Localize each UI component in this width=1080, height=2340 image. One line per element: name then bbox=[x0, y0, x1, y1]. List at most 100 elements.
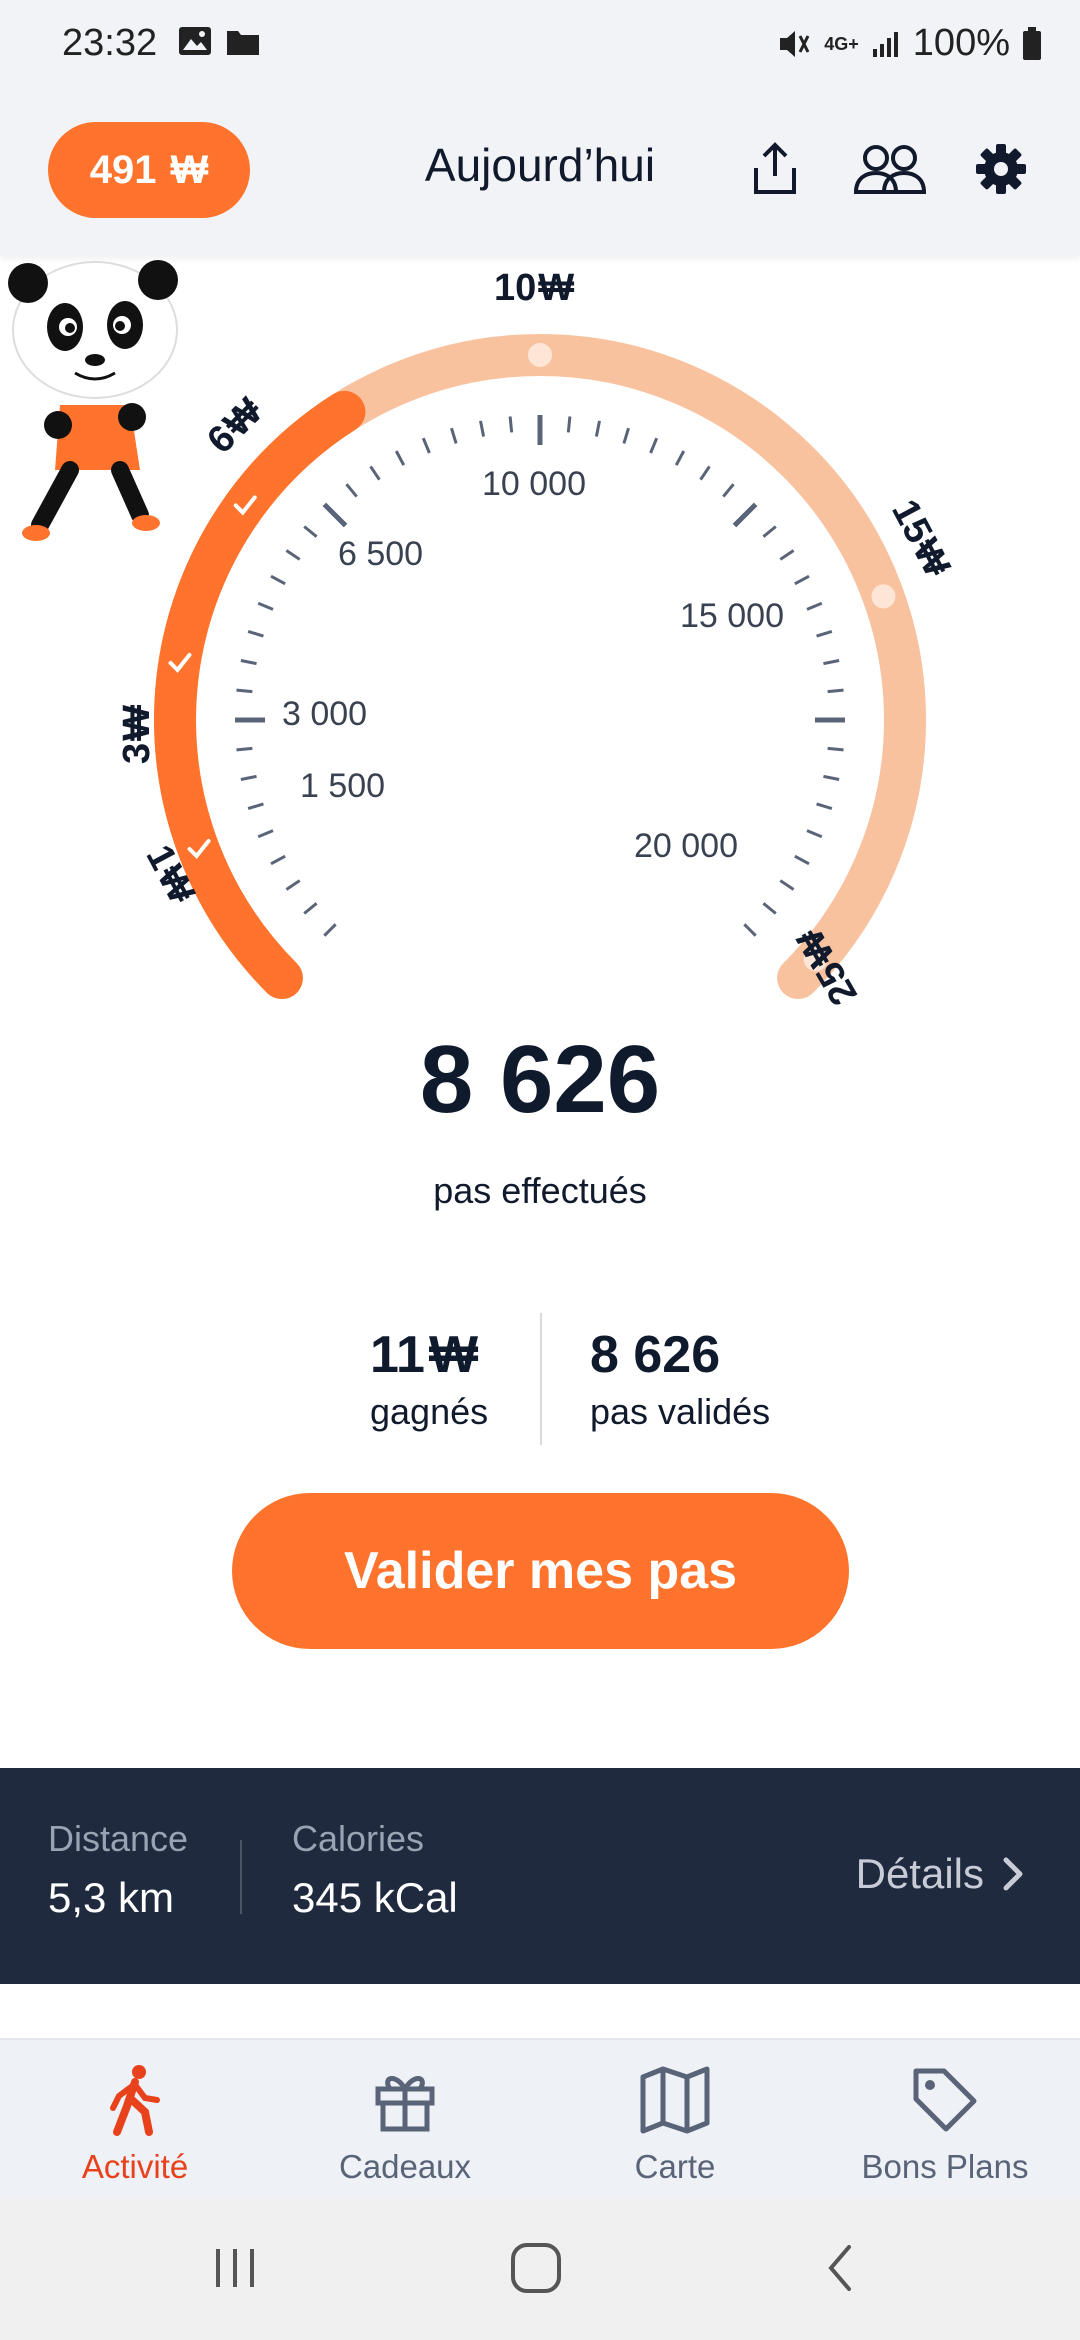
tick-label-3000: 3 000 bbox=[282, 695, 368, 733]
gauge-minor-tick bbox=[421, 437, 431, 454]
reward-label-10: 10 ₩ bbox=[494, 267, 575, 309]
gauge-minor-tick bbox=[450, 427, 458, 444]
gauge-minor-tick bbox=[674, 450, 686, 466]
nav-label-activite: Activité bbox=[81, 2148, 189, 2185]
gauge-minor-tick bbox=[479, 420, 486, 437]
gauge-minor-tick bbox=[762, 525, 777, 538]
gear-icon bbox=[976, 144, 1026, 194]
home-button[interactable] bbox=[496, 2238, 576, 2298]
recent-apps-button[interactable] bbox=[195, 2238, 275, 2298]
gauge-minor-tick bbox=[236, 746, 253, 752]
nav-item-bons-plans[interactable]: Bons Plans bbox=[810, 2060, 1080, 2186]
nav-item-activite[interactable]: Activité bbox=[0, 2060, 270, 2186]
distance-label: Distance bbox=[48, 1818, 189, 1859]
validated-value: 8 626 bbox=[590, 1326, 721, 1384]
status-time: 23:32 bbox=[62, 22, 158, 64]
distance-value: 5,3 km bbox=[48, 1874, 175, 1921]
back-button[interactable] bbox=[800, 2238, 880, 2298]
gauge-minor-tick bbox=[566, 416, 572, 433]
recent-apps-icon bbox=[216, 2249, 254, 2287]
gauge-minor-tick bbox=[806, 601, 823, 611]
page-title: Aujourd’hui bbox=[424, 139, 656, 191]
friends-icon bbox=[853, 145, 927, 194]
coin-balance: 491 bbox=[89, 147, 157, 192]
signal-icon bbox=[872, 31, 898, 57]
nav-label-cadeaux: Cadeaux bbox=[338, 2148, 472, 2185]
activity-details-panel: Distance 5,3 km Calories 345 kCal Détail… bbox=[0, 1768, 1080, 1984]
gauge-minor-tick bbox=[247, 630, 264, 638]
gauge-minor-tick bbox=[247, 802, 264, 810]
walk-icon bbox=[110, 2065, 160, 2136]
gauge-minor-tick bbox=[594, 420, 601, 437]
gauge-minor-tick bbox=[285, 549, 301, 561]
tick-label-1500: 1 500 bbox=[300, 767, 386, 805]
network-4g-icon: 4G+ bbox=[824, 33, 859, 54]
earned-value: 11 bbox=[370, 1326, 425, 1384]
calories-label: Calories bbox=[292, 1818, 425, 1859]
gauge-minor-tick bbox=[823, 659, 840, 666]
nav-item-cadeaux[interactable]: Cadeaux bbox=[270, 2060, 540, 2186]
gauge-minor-tick bbox=[240, 659, 257, 666]
mute-icon bbox=[780, 30, 810, 57]
coin-symbol: ₩ bbox=[170, 147, 209, 192]
gauge-minor-tick bbox=[270, 574, 286, 586]
gauge-minor-tick bbox=[779, 879, 795, 891]
coin-balance-pill[interactable]: 491 ₩ bbox=[48, 122, 250, 218]
distance-block: Distance 5,3 km bbox=[48, 1818, 188, 1922]
details-label: Détails bbox=[855, 1850, 984, 1897]
gauge-minor-tick bbox=[257, 601, 274, 611]
gauge-minor-tick bbox=[303, 525, 318, 538]
battery-percent: 100% bbox=[912, 22, 1010, 64]
gauge-minor-tick bbox=[649, 437, 659, 454]
earned-label: gagnés bbox=[370, 1391, 489, 1432]
tick-label-6500: 6 500 bbox=[338, 535, 424, 573]
coin-symbol-earned: ₩ bbox=[428, 1326, 479, 1384]
earned-stat: 11 ₩ gagnés bbox=[370, 1325, 488, 1433]
share-icon bbox=[754, 142, 796, 194]
share-button[interactable] bbox=[740, 134, 810, 204]
gauge-minor-tick bbox=[285, 879, 301, 891]
gauge-minor-tick bbox=[270, 854, 286, 866]
gauge-minor-tick bbox=[303, 902, 318, 915]
gauge-minor-tick bbox=[762, 902, 777, 915]
app-header: 491 ₩ Aujourd’hui bbox=[0, 90, 1080, 255]
validate-steps-button[interactable]: Valider mes pas bbox=[232, 1493, 849, 1649]
gauge-minor-tick bbox=[323, 923, 337, 937]
home-icon bbox=[511, 2243, 561, 2293]
gauge-minor-tick bbox=[816, 802, 833, 810]
calories-block: Calories 345 kCal bbox=[292, 1818, 458, 1922]
gift-icon bbox=[375, 2076, 435, 2132]
details-divider bbox=[240, 1840, 242, 1914]
chevron-right-icon bbox=[1003, 1857, 1023, 1891]
tick-label-10000: 10 000 bbox=[482, 465, 586, 503]
gauge-minor-tick bbox=[823, 774, 840, 781]
gauge-minor-tick bbox=[722, 483, 735, 498]
folder-icon bbox=[227, 31, 259, 55]
gauge-major-tick bbox=[732, 502, 758, 528]
nav-label-bons-plans: Bons Plans bbox=[861, 2148, 1029, 2185]
gauge-minor-tick bbox=[779, 549, 795, 561]
gauge-minor-tick bbox=[794, 574, 810, 586]
gauge-minor-tick bbox=[827, 746, 844, 752]
system-nav-bar bbox=[0, 2198, 1080, 2340]
settings-button[interactable] bbox=[966, 134, 1036, 204]
bottom-nav: Activité Cadeaux Carte Bons Plans bbox=[0, 2038, 1080, 2198]
battery-icon bbox=[1023, 26, 1041, 60]
calories-value: 345 kCal bbox=[292, 1874, 458, 1921]
back-icon bbox=[828, 2245, 851, 2291]
gauge-minor-tick bbox=[806, 829, 823, 839]
gauge-major-tick bbox=[322, 502, 348, 528]
friends-button[interactable] bbox=[850, 134, 930, 204]
details-link[interactable]: Détails bbox=[856, 1850, 1024, 1898]
gauge-minor-tick bbox=[345, 483, 358, 498]
validated-label: pas validés bbox=[590, 1391, 771, 1432]
gauge-minor-tick bbox=[622, 427, 630, 444]
steps-caption: pas effectués bbox=[433, 1170, 647, 1211]
reward-label-3: 3 ₩ bbox=[116, 704, 159, 765]
gauge-minor-tick bbox=[794, 854, 810, 866]
nav-item-carte[interactable]: Carte bbox=[540, 2060, 810, 2186]
gauge-minor-tick bbox=[743, 923, 757, 937]
tick-label-20000: 20 000 bbox=[634, 827, 738, 865]
gauge-minor-tick bbox=[699, 465, 711, 481]
panda-mascot bbox=[8, 260, 178, 541]
